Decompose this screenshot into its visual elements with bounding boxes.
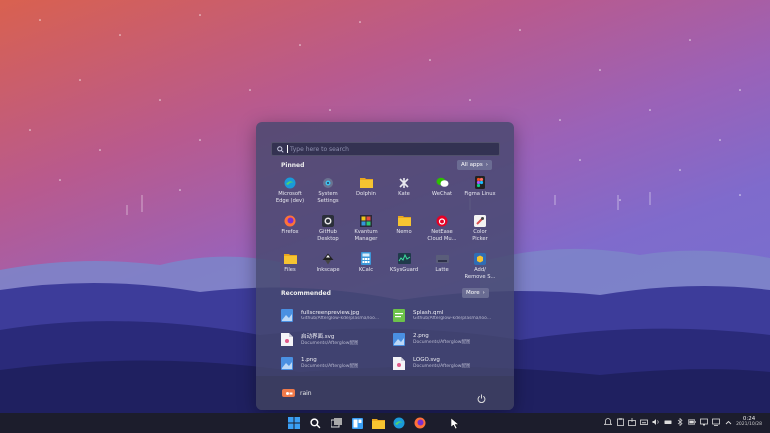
figma-icon [474, 176, 487, 189]
volume-icon[interactable] [652, 418, 660, 426]
recent-file-item[interactable]: Splash.qml Github/Afterglow-kde/plasma/lo… [393, 306, 495, 324]
recent-file-item[interactable]: 启动界面.svg Documents/Afterglow配图 [281, 330, 383, 348]
package-updates-icon[interactable] [628, 418, 636, 426]
app-tile[interactable]: Firefox [271, 214, 309, 248]
search-icon [275, 144, 285, 154]
folder-icon [283, 252, 297, 265]
widgets-icon[interactable] [350, 416, 364, 430]
user-name: rain [300, 389, 312, 397]
more-button[interactable]: More › [462, 288, 489, 298]
svg-file-icon [281, 332, 293, 346]
firefox-icon [284, 214, 297, 227]
recent-file-item[interactable]: fullscreenpreview.jpg Github/Afterglow-kd… [281, 306, 383, 324]
settings-icon [322, 176, 335, 189]
app-tile[interactable]: Dolphin [347, 176, 385, 210]
app-tile[interactable]: Kate [385, 176, 423, 210]
app-tile[interactable]: Latte [423, 252, 461, 286]
pinned-title: Pinned [281, 162, 305, 169]
chevron-up-icon[interactable] [724, 418, 732, 426]
recent-file-item[interactable]: LOGO.svg Documents/Afterglow配图 [393, 354, 495, 372]
recent-file-item[interactable]: 1.png Documents/Afterglow配图 [281, 354, 383, 372]
app-tile[interactable]: Figma Linux [461, 176, 499, 210]
image-file-icon [281, 356, 293, 370]
app-tile[interactable]: Add/ Remove S... [461, 252, 499, 286]
app-tile[interactable]: KSysGuard [385, 252, 423, 286]
app-tile[interactable]: Microsoft Edge (dev) [271, 176, 309, 210]
folder-icon [397, 214, 411, 227]
clock[interactable]: 0:24 2021/10/28 [736, 416, 762, 427]
file-manager-icon[interactable] [371, 416, 385, 430]
image-file-icon [393, 332, 405, 346]
svg-file-icon [393, 356, 405, 370]
avatar [282, 389, 295, 397]
notification-icon[interactable] [604, 418, 612, 426]
start-menu-footer: rain [256, 376, 514, 410]
bluetooth-icon[interactable] [676, 418, 684, 426]
display-icon[interactable] [712, 418, 720, 426]
search-box[interactable] [271, 142, 500, 156]
start-menu: Pinned All apps › Microsoft Edge (dev) S… [256, 122, 514, 410]
chevron-right-icon: › [482, 290, 485, 296]
search-input[interactable] [287, 145, 490, 153]
inkscape-icon [322, 252, 335, 265]
image-file-icon [281, 308, 293, 322]
chevron-right-icon: › [485, 162, 488, 168]
all-apps-label: All apps [461, 162, 483, 168]
wechat-icon [436, 176, 449, 189]
github-icon [322, 214, 335, 227]
edge-icon [284, 176, 297, 189]
calculator-icon [360, 252, 373, 265]
recommended-list: fullscreenpreview.jpg Github/Afterglow-kd… [281, 306, 496, 372]
drive-icon[interactable] [664, 418, 672, 426]
clipboard-icon[interactable] [616, 418, 624, 426]
app-tile[interactable]: Kvantum Manager [347, 214, 385, 248]
user-button[interactable]: rain [282, 389, 312, 397]
windows-icon [288, 417, 300, 429]
kvantum-icon [360, 214, 373, 227]
package-icon [474, 252, 487, 265]
recommended-title: Recommended [281, 290, 331, 297]
battery-icon[interactable] [688, 418, 696, 426]
kate-icon [398, 176, 411, 189]
netease-icon [436, 214, 449, 227]
edge-icon[interactable] [392, 416, 406, 430]
app-tile[interactable]: Files [271, 252, 309, 286]
app-tile[interactable]: WeChat [423, 176, 461, 210]
firefox-icon[interactable] [413, 416, 427, 430]
all-apps-button[interactable]: All apps › [457, 160, 492, 170]
user-icon [285, 391, 292, 395]
color-picker-icon [474, 214, 487, 227]
qml-file-icon [393, 308, 405, 322]
latte-icon [435, 252, 449, 265]
app-tile[interactable]: Inkscape [309, 252, 347, 286]
power-icon[interactable] [477, 388, 487, 404]
taskbar: 0:24 2021/10/28 [0, 413, 770, 433]
mouse-cursor-icon [448, 416, 462, 430]
taskbar-search-icon[interactable] [308, 416, 322, 430]
pinned-apps-grid: Microsoft Edge (dev) System Settings Dol… [271, 176, 499, 286]
system-tray [604, 418, 732, 426]
keyboard-icon[interactable] [640, 418, 648, 426]
network-icon[interactable] [700, 418, 708, 426]
folder-icon [359, 176, 373, 189]
app-tile[interactable]: Nemo [385, 214, 423, 248]
app-tile[interactable]: System Settings [309, 176, 347, 210]
clock-date: 2021/10/28 [736, 422, 762, 427]
system-monitor-icon [397, 252, 411, 265]
more-label: More [466, 290, 480, 296]
start-button[interactable] [287, 416, 301, 430]
recent-file-item[interactable]: 2.png Documents/Afterglow配图 [393, 330, 495, 348]
app-tile[interactable]: Color Picker [461, 214, 499, 248]
app-tile[interactable]: KCalc [347, 252, 385, 286]
app-tile[interactable]: NetEase Cloud Mu... [423, 214, 461, 248]
app-tile[interactable]: GitHub Desktop [309, 214, 347, 248]
task-view-icon[interactable] [329, 416, 343, 430]
